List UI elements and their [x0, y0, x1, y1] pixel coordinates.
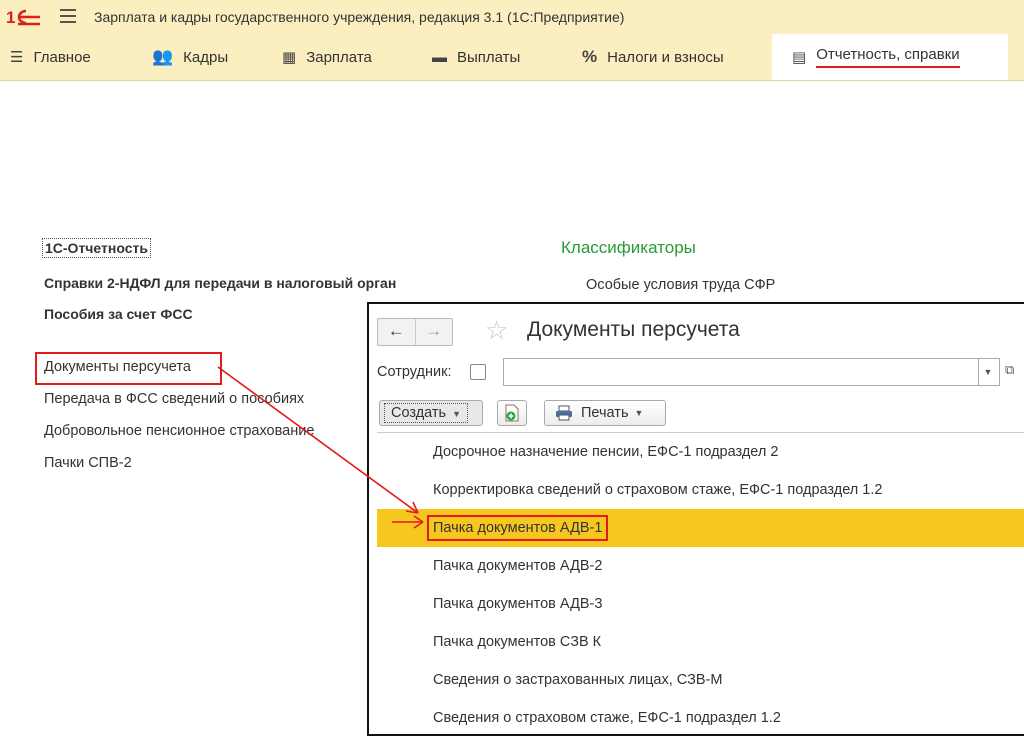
link-special-conditions[interactable]: Особые условия труда СФР [586, 277, 775, 293]
section-reports-label: Отчетность, справки [816, 46, 960, 68]
menu-item[interactable]: Сведения о страховом стаже, ЕФС-1 подраз… [377, 699, 1024, 734]
section-salary[interactable]: ▦ Зарплата [282, 34, 372, 80]
link-fss-transfer[interactable]: Передача в ФСС сведений о пособиях [44, 391, 304, 407]
link-fss-benefits[interactable]: Пособия за счет ФСС [44, 306, 193, 322]
link-spv2-packs[interactable]: Пачки СПВ-2 [44, 455, 132, 471]
document-icon: ▤ [792, 49, 807, 66]
forward-arrow-icon[interactable]: → [414, 319, 453, 345]
section-hr-label: Кадры [183, 48, 229, 66]
menu-item-highlighted[interactable]: Пачка документов АДВ-1 [377, 509, 1024, 547]
chevron-down-icon: ▼ [452, 409, 462, 419]
favorite-star-icon[interactable]: ☆ [485, 316, 508, 344]
section-taxes[interactable]: % Налоги и взносы [582, 34, 724, 80]
section-main[interactable]: ☰ Главное [10, 34, 91, 80]
classifiers-title: Классификаторы [561, 238, 696, 257]
menu-icon: ☰ [10, 49, 24, 66]
annotation-box: Пачка документов АДВ-1 [427, 515, 609, 541]
menu-item[interactable]: Корректировка сведений о страховом стаже… [377, 471, 1024, 509]
link-2ndfl[interactable]: Справки 2-НДФЛ для передачи в налоговый … [44, 275, 396, 291]
link-1c-reporting[interactable]: 1С-Отчетность [42, 238, 151, 258]
section-reports[interactable]: ▤ Отчетность, справки [772, 34, 1008, 80]
employee-input[interactable] [503, 358, 979, 386]
link-voluntary-pension[interactable]: Добровольное пенсионное страхование [44, 423, 314, 439]
menu-item[interactable]: Пачка документов СЗВ К [377, 623, 1024, 661]
svg-text:1: 1 [6, 8, 15, 26]
window-title: Зарплата и кадры государственного учрежд… [94, 9, 625, 25]
print-button-label: Печать [581, 405, 629, 421]
add-document-icon [505, 404, 519, 422]
people-icon: 👥 [152, 47, 174, 66]
nav-buttons: ← → [377, 318, 453, 346]
percent-icon: % [582, 47, 598, 66]
create-button-label: Создать [391, 405, 447, 421]
section-taxes-label: Налоги и взносы [607, 48, 724, 66]
window-title: Документы персучета [527, 318, 740, 341]
chevron-down-icon: ▼ [634, 408, 644, 418]
employee-label: Сотрудник: [377, 364, 452, 380]
section-main-label: Главное [33, 48, 91, 66]
1c-logo[interactable]: 1 [6, 8, 42, 26]
printer-icon [556, 405, 572, 421]
create-dropdown-menu: Досрочное назначение пенсии, ЕФС-1 подра… [377, 432, 1024, 734]
section-hr[interactable]: 👥 Кадры [152, 34, 228, 80]
menu-item[interactable]: Досрочное назначение пенсии, ЕФС-1 подра… [377, 433, 1024, 471]
section-payments[interactable]: ▬ Выплаты [432, 34, 520, 80]
print-button[interactable]: Печать ▼ [544, 400, 666, 426]
open-icon[interactable]: ⧉ [1005, 362, 1014, 378]
wallet-icon: ▬ [432, 48, 447, 66]
back-arrow-icon[interactable]: ← [378, 319, 415, 345]
personal-docs-window: ← → ☆ Документы персучета Сотрудник: ▼ ⧉… [367, 302, 1024, 736]
menu-item[interactable]: Сведения о застрахованных лицах, СЗВ-М [377, 661, 1024, 699]
menu-item[interactable]: Пачка документов АДВ-3 [377, 585, 1024, 623]
main-menu-icon[interactable] [60, 9, 76, 23]
employee-filter-checkbox[interactable] [470, 364, 486, 380]
title-bar: 1 Зарплата и кадры государственного учре… [0, 0, 1024, 34]
calculator-icon: ▦ [282, 49, 297, 66]
menu-item[interactable]: Пачка документов АДВ-2 [377, 547, 1024, 585]
section-payments-label: Выплаты [457, 48, 521, 66]
chevron-down-icon[interactable]: ▼ [977, 358, 1000, 386]
create-button[interactable]: Создать ▼ [379, 400, 483, 426]
link-personal-docs[interactable]: Документы персучета [44, 359, 191, 375]
section-panel: ☰ Главное 👥 Кадры ▦ Зарплата ▬ Выплаты %… [0, 34, 1024, 81]
add-document-button[interactable] [497, 400, 527, 426]
section-salary-label: Зарплата [306, 48, 372, 66]
